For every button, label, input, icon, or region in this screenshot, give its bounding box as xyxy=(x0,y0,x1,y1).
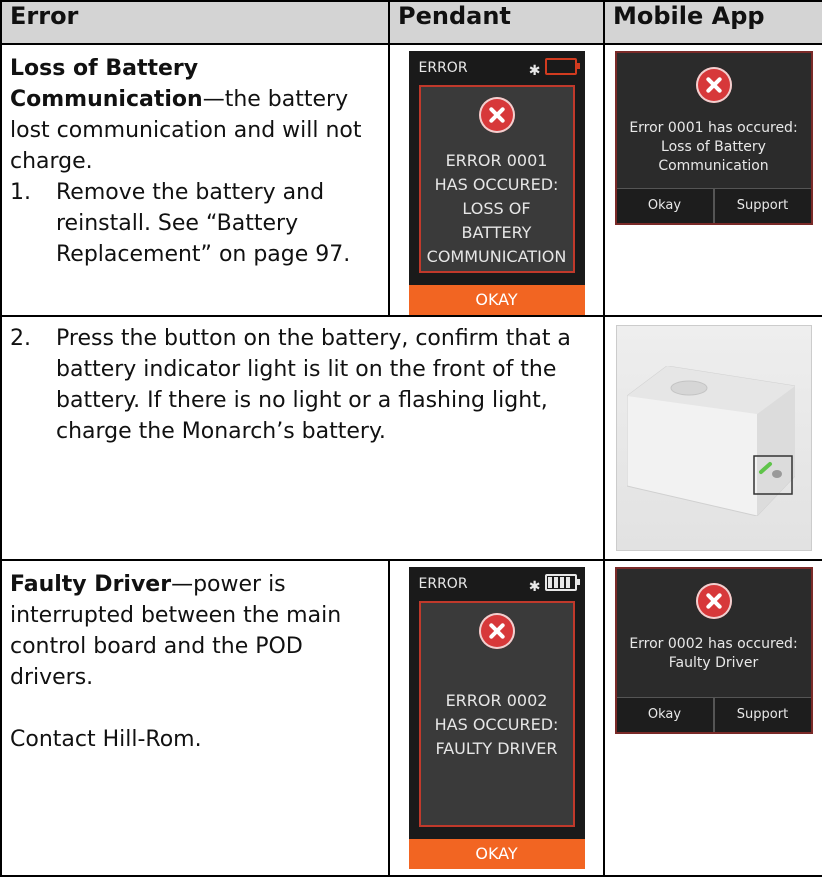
app-message-line: Error 0002 has occured: xyxy=(629,636,798,652)
pendant-line: ERROR 0001 xyxy=(445,151,548,170)
header-row: Error Pendant Mobile App xyxy=(0,0,822,45)
row-loss-of-battery-communication: Loss of Battery Communication—the batter… xyxy=(0,43,822,317)
mobile-app-cell: Error 0002 has occured: Faulty Driver Ok… xyxy=(603,559,822,877)
header-mobile-app: Mobile App xyxy=(603,0,822,45)
pendant-status-bar: ERROR ✱ xyxy=(409,51,585,85)
pendant-line: HAS OCCURED: xyxy=(434,715,559,734)
pendant-screen: ERROR ✱ ERROR 0001 HAS OCCURED: LOSS OF … xyxy=(408,51,585,315)
header-error: Error xyxy=(0,0,390,45)
app-message-line: Communication xyxy=(658,158,769,174)
app-support-button[interactable]: Support xyxy=(712,189,811,223)
battery-icon xyxy=(544,573,580,591)
error-title: Faulty Driver xyxy=(10,572,172,597)
pendant-bar-label: ERROR xyxy=(418,60,468,76)
pendant-line: COMMUNICATION xyxy=(426,247,567,266)
app-support-button[interactable]: Support xyxy=(712,698,811,732)
pendant-okay-button[interactable]: OKAY xyxy=(408,839,585,869)
step-number: 1. xyxy=(10,180,31,205)
error-description-cell: Faulty Driver—power is interrupted betwe… xyxy=(0,559,390,877)
error-x-icon xyxy=(695,67,732,103)
battery-icon xyxy=(544,57,580,75)
step-number: 2. xyxy=(10,326,31,351)
battery-image-cell xyxy=(603,315,822,561)
step-text: Remove the battery and reinstall. See “B… xyxy=(56,180,351,267)
pendant-error-panel: ERROR 0002 HAS OCCURED: FAULTY DRIVER xyxy=(418,601,575,827)
app-okay-button[interactable]: Okay xyxy=(616,189,713,223)
app-message-line: Error 0001 has occured: xyxy=(629,120,798,136)
contact-text: Contact Hill-Rom. xyxy=(10,727,202,752)
error-table: Error Pendant Mobile App Loss of Battery… xyxy=(0,0,822,877)
app-message-line: Loss of Battery xyxy=(661,139,766,155)
app-error-dialog: Error 0002 has occured: Faulty Driver Ok… xyxy=(614,567,813,734)
app-message-line: Faulty Driver xyxy=(668,655,759,671)
pendant-screen: ERROR ✱ ERROR 0002 HAS OCCURED: FAULTY D… xyxy=(408,567,585,869)
error-x-icon xyxy=(478,97,515,133)
pendant-line: BATTERY xyxy=(461,223,532,242)
mobile-app-cell: Error 0001 has occured: Loss of Battery … xyxy=(603,43,822,317)
step-text: Press the button on the battery, confirm… xyxy=(56,326,571,444)
pendant-line: ERROR 0002 xyxy=(445,691,548,710)
step-item: 2. Press the button on the battery, conf… xyxy=(10,323,595,447)
pendant-cell: ERROR ✱ ERROR 0001 HAS OCCURED: LOSS OF … xyxy=(388,43,605,317)
bluetooth-icon: ✱ xyxy=(528,62,541,79)
app-error-dialog: Error 0001 has occured: Loss of Battery … xyxy=(614,51,813,225)
header-pendant: Pendant xyxy=(388,0,605,45)
pendant-bar-label: ERROR xyxy=(418,576,468,592)
app-okay-button[interactable]: Okay xyxy=(616,698,713,732)
battery-illustration xyxy=(626,366,795,516)
row-faulty-driver: Faulty Driver—power is interrupted betwe… xyxy=(0,559,822,877)
error-title: Loss of Battery Communication xyxy=(10,56,203,112)
bluetooth-icon: ✱ xyxy=(528,578,541,595)
battery-photo xyxy=(615,325,812,551)
pendant-line: LOSS OF xyxy=(462,199,531,218)
step-cell: 2. Press the button on the battery, conf… xyxy=(0,315,605,561)
pendant-status-bar: ERROR ✱ xyxy=(409,567,585,601)
step-item: 1. Remove the battery and reinstall. See… xyxy=(10,177,380,270)
pendant-error-panel: ERROR 0001 HAS OCCURED: LOSS OF BATTERY … xyxy=(418,85,575,273)
error-x-icon xyxy=(695,583,732,619)
pendant-okay-button[interactable]: OKAY xyxy=(408,285,585,315)
error-description-cell: Loss of Battery Communication—the batter… xyxy=(0,43,390,317)
error-x-icon xyxy=(478,613,515,649)
row-battery-indicator-step: 2. Press the button on the battery, conf… xyxy=(0,315,822,561)
pendant-line: FAULTY DRIVER xyxy=(435,739,558,758)
pendant-cell: ERROR ✱ ERROR 0002 HAS OCCURED: FAULTY D… xyxy=(388,559,605,877)
pendant-line: HAS OCCURED: xyxy=(434,175,559,194)
